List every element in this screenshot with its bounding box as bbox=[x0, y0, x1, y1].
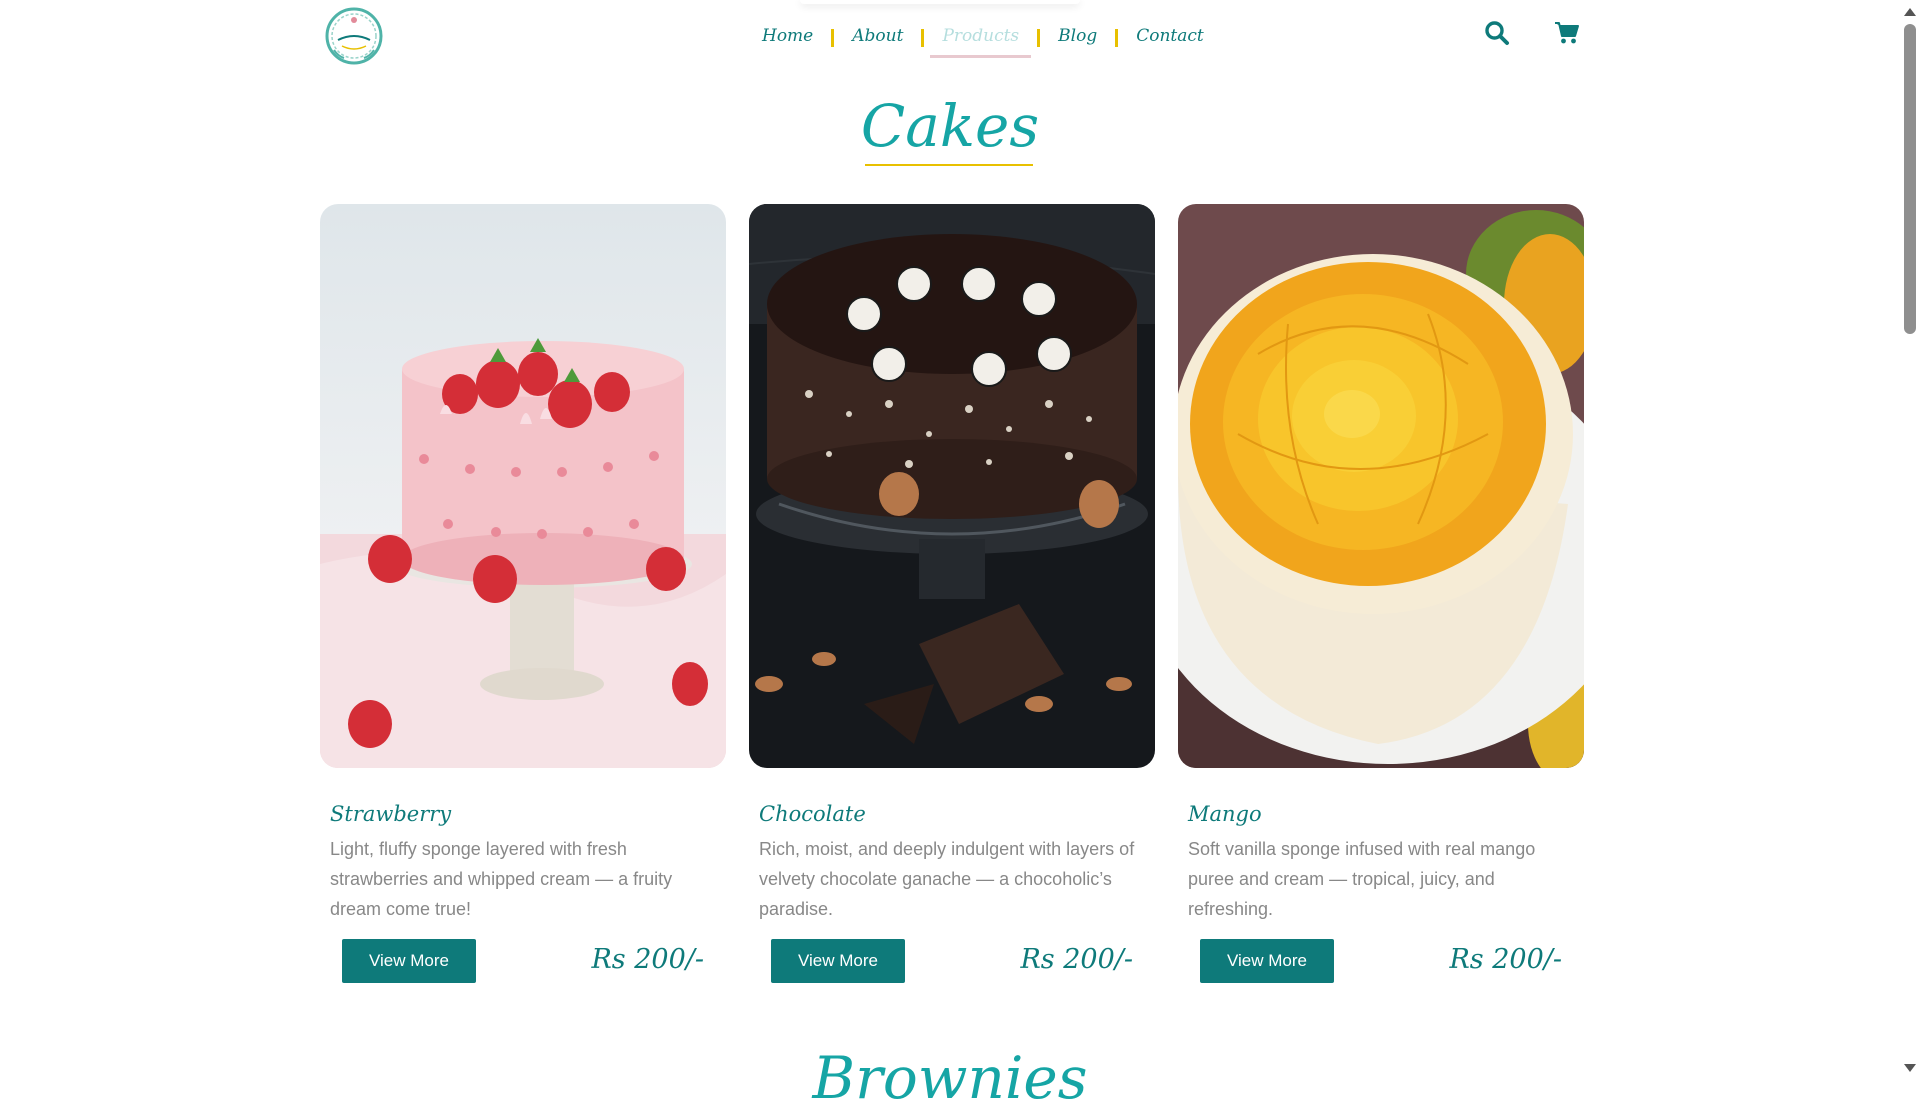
card-price: Rs 200/- bbox=[1449, 944, 1562, 975]
section-title-underline bbox=[865, 164, 1033, 166]
nav-item-contact[interactable]: Contact bbox=[1124, 18, 1216, 58]
nav-item-about[interactable]: About bbox=[840, 18, 915, 58]
search-icon[interactable] bbox=[1484, 20, 1510, 46]
card-description: Rich, moist, and deeply indulgent with l… bbox=[759, 839, 1135, 919]
nav-separator bbox=[921, 29, 925, 47]
scroll-down-arrow-icon[interactable] bbox=[1904, 1064, 1916, 1072]
nav-item-products[interactable]: Products bbox=[930, 18, 1032, 58]
chocolate-cake-image bbox=[749, 204, 1155, 768]
main-nav: Home About Products Blog Contact bbox=[750, 18, 1216, 58]
card-title: Mango bbox=[1188, 802, 1262, 826]
view-more-button[interactable]: View More bbox=[1200, 939, 1334, 983]
mango-cake-image bbox=[1178, 204, 1584, 768]
card-price: Rs 200/- bbox=[1020, 944, 1133, 975]
next-section-title: Brownies bbox=[812, 1044, 1088, 1112]
card-title: Strawberry bbox=[330, 802, 452, 826]
card-price: Rs 200/- bbox=[591, 944, 704, 975]
cart-icon[interactable] bbox=[1554, 20, 1580, 46]
section-title: Cakes bbox=[860, 92, 1040, 160]
card-description: Light, fluffy sponge layered with fresh … bbox=[330, 839, 673, 919]
view-more-button[interactable]: View More bbox=[771, 939, 905, 983]
nav-item-home[interactable]: Home bbox=[750, 18, 825, 58]
strawberry-cake-image bbox=[320, 204, 726, 768]
nav-separator bbox=[831, 29, 835, 47]
product-card-chocolate: Chocolate Rich, moist, and deeply indulg… bbox=[749, 204, 1155, 994]
nav-separator bbox=[1115, 29, 1119, 47]
scroll-up-arrow-icon[interactable] bbox=[1904, 8, 1916, 16]
product-card-strawberry: Strawberry Light, fluffy sponge layered … bbox=[320, 204, 726, 994]
nav-item-blog[interactable]: Blog bbox=[1046, 18, 1109, 58]
page-scrollbar[interactable] bbox=[1900, 0, 1920, 1080]
card-title: Chocolate bbox=[759, 802, 866, 826]
nav-shadow bbox=[800, 0, 1080, 4]
site-logo[interactable] bbox=[324, 6, 384, 66]
card-description: Soft vanilla sponge infused with real ma… bbox=[1188, 839, 1536, 919]
scroll-thumb[interactable] bbox=[1904, 24, 1916, 334]
nav-separator bbox=[1037, 29, 1041, 47]
view-more-button[interactable]: View More bbox=[342, 939, 476, 983]
site-header: Home About Products Blog Contact bbox=[0, 0, 1900, 72]
product-card-mango: Mango Soft vanilla sponge infused with r… bbox=[1178, 204, 1584, 994]
